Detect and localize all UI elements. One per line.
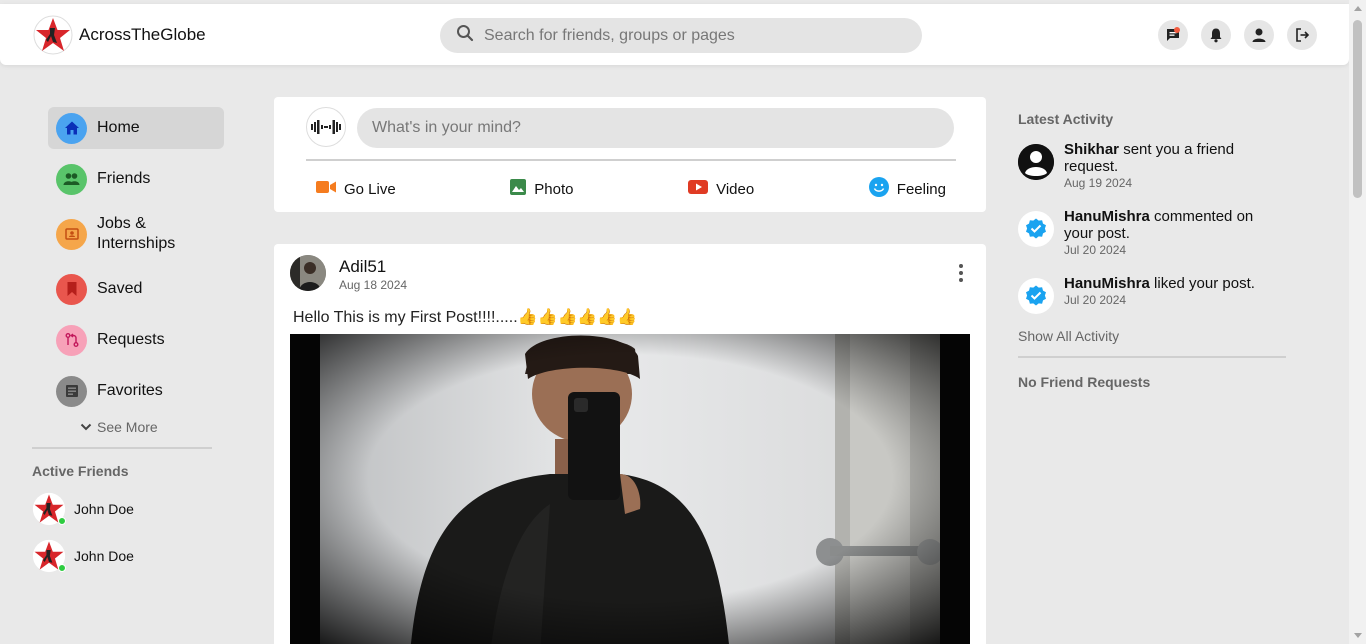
composer-actions: Go Live Photo Video Feeling — [316, 177, 946, 201]
verified-icon — [1018, 278, 1054, 314]
avatar — [306, 107, 346, 147]
brand-name: AcrossTheGlobe — [79, 25, 206, 44]
page-scrollbar[interactable] — [1349, 0, 1366, 644]
profile-icon[interactable] — [1244, 20, 1274, 50]
notifications-icon[interactable] — [1201, 20, 1231, 50]
sidebar-item-label: Friends — [97, 170, 151, 187]
activity-user: HanuMishra — [1064, 275, 1150, 292]
see-more-button[interactable]: See More — [80, 417, 222, 437]
photo-button[interactable]: Photo — [510, 177, 574, 201]
photo-label: Photo — [534, 180, 574, 198]
post-author[interactable]: Adil51 — [339, 257, 386, 277]
more-options-icon[interactable] — [958, 264, 964, 282]
friend-name: John Doe — [74, 548, 134, 564]
feeling-button[interactable]: Feeling — [868, 177, 946, 201]
scroll-down-arrow-icon[interactable] — [1354, 633, 1362, 638]
sidebar-item-friends[interactable]: Friends — [48, 158, 224, 200]
sidebar-item-label: Favorites — [97, 382, 163, 399]
go-live-label: Go Live — [344, 180, 396, 198]
search-bar[interactable] — [440, 18, 922, 53]
sidebar-item-home[interactable]: Home — [48, 107, 224, 149]
avatar — [32, 539, 66, 573]
see-more-label: See More — [97, 419, 158, 435]
divider — [32, 447, 212, 449]
sidebar-item-label: Saved — [97, 280, 143, 297]
activity-text: HanuMishra commented on your post. — [1064, 208, 1286, 242]
scroll-up-arrow-icon[interactable] — [1354, 6, 1362, 11]
activity-action: liked your post. — [1149, 275, 1255, 292]
post-date: Aug 18 2024 — [339, 278, 408, 292]
post-photo[interactable] — [290, 334, 970, 644]
youtube-icon — [688, 180, 709, 198]
sidebar-item-label: Jobs & Internships — [97, 215, 176, 252]
right-sidebar: Latest Activity Shikhar sent you a frien… — [1018, 111, 1286, 390]
brand[interactable]: AcrossTheGlobe — [33, 15, 206, 55]
latest-activity-title: Latest Activity — [1018, 111, 1114, 127]
feed-post: Adil51 Aug 18 2024 Hello This is my Firs… — [274, 244, 986, 644]
home-icon — [56, 112, 87, 144]
jobs-icon — [56, 218, 87, 250]
search-icon — [456, 24, 474, 47]
online-indicator — [58, 564, 66, 572]
logout-icon[interactable] — [1287, 20, 1317, 50]
activity-item[interactable]: Shikhar sent you a friend request. Aug 1… — [1018, 141, 1286, 190]
header-actions — [1158, 20, 1317, 50]
avatar — [32, 492, 66, 526]
active-friend-item[interactable]: John Doe — [32, 538, 222, 574]
post-composer: What's in your mind? Go Live Photo Video… — [274, 97, 986, 212]
activity-user: HanuMishra — [1064, 208, 1150, 225]
sidebar-item-favorites[interactable]: Favorites — [48, 370, 224, 412]
left-sidebar: Home Friends Jobs & Internships Saved Re… — [32, 107, 224, 585]
no-friend-requests-text: No Friend Requests — [1018, 374, 1151, 390]
video-button[interactable]: Video — [688, 177, 754, 201]
live-video-icon — [316, 180, 336, 198]
author-avatar[interactable] — [290, 255, 326, 291]
divider — [306, 159, 956, 161]
post-text: Hello This is my First Post!!!!.....👍👍👍👍… — [293, 309, 638, 326]
feeling-label: Feeling — [896, 180, 946, 198]
friend-name: John Doe — [74, 501, 134, 517]
requests-icon — [56, 324, 87, 356]
activity-date: Jul 20 2024 — [1064, 243, 1127, 257]
photo-icon — [510, 179, 527, 199]
verified-icon — [1018, 211, 1054, 247]
scrollbar-thumb[interactable] — [1353, 20, 1362, 198]
top-navbar: AcrossTheGlobe — [0, 4, 1349, 65]
activity-text: Shikhar sent you a friend request. — [1064, 141, 1286, 175]
sidebar-item-label: Requests — [97, 331, 165, 348]
show-all-activity-link[interactable]: Show All Activity — [1018, 328, 1286, 344]
sidebar-item-label: Home — [97, 119, 140, 136]
active-friends-title: Active Friends — [32, 463, 129, 479]
sidebar-item-requests[interactable]: Requests — [48, 319, 224, 361]
sidebar-item-jobs[interactable]: Jobs & Internships — [48, 209, 224, 259]
activity-item[interactable]: HanuMishra commented on your post. Jul 2… — [1018, 208, 1286, 257]
divider — [1018, 356, 1286, 358]
messages-icon[interactable] — [1158, 20, 1188, 50]
friends-icon — [56, 163, 87, 195]
chevron-down-icon — [80, 419, 92, 435]
unread-dot — [1174, 27, 1180, 33]
search-input[interactable] — [484, 26, 904, 45]
smile-icon — [868, 177, 889, 201]
activity-date: Aug 19 2024 — [1064, 176, 1133, 190]
brand-logo-icon — [33, 15, 73, 55]
activity-date: Jul 20 2024 — [1064, 293, 1127, 307]
go-live-button[interactable]: Go Live — [316, 177, 396, 201]
active-friend-item[interactable]: John Doe — [32, 491, 222, 527]
whats-on-your-mind-input[interactable]: What's in your mind? — [357, 108, 954, 148]
favorites-icon — [56, 375, 87, 407]
sidebar-item-saved[interactable]: Saved — [48, 268, 224, 310]
online-indicator — [58, 517, 66, 525]
activity-item[interactable]: HanuMishra liked your post. Jul 20 2024 — [1018, 275, 1286, 314]
bookmark-icon — [56, 273, 87, 305]
activity-user: Shikhar — [1064, 141, 1120, 158]
activity-text: HanuMishra liked your post. — [1064, 275, 1255, 292]
user-avatar-icon — [1018, 144, 1054, 180]
video-label: Video — [716, 180, 755, 198]
